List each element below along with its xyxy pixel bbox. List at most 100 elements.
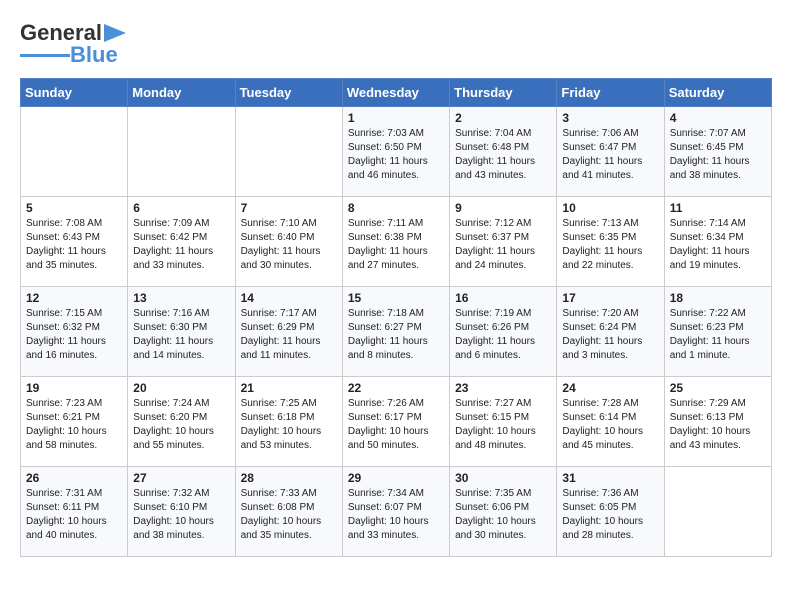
calendar-cell: 30 Sunrise: 7:35 AM Sunset: 6:06 PM Dayli… — [450, 467, 557, 557]
logo-blue: Blue — [70, 42, 118, 68]
day-info: Sunrise: 7:12 AM Sunset: 6:37 PM Dayligh… — [455, 217, 551, 273]
day-number: 24 — [562, 381, 658, 395]
day-info: Sunrise: 7:27 AM Sunset: 6:15 PM Dayligh… — [455, 397, 551, 453]
day-number: 11 — [670, 201, 766, 215]
calendar-cell: 2Sunrise: 7:04 AM Sunset: 6:48 PM Daylig… — [450, 107, 557, 197]
day-info: Sunrise: 7:32 AM Sunset: 6:10 PM Dayligh… — [133, 487, 229, 543]
calendar-cell: 5 Sunrise: 7:08 AM Sunset: 6:43 PM Daylig… — [21, 197, 128, 287]
day-info: Sunrise: 7:26 AM Sunset: 6:17 PM Dayligh… — [348, 397, 444, 453]
day-number: 19 — [26, 381, 122, 395]
day-info: Sunrise: 7:34 AM Sunset: 6:07 PM Dayligh… — [348, 487, 444, 543]
calendar-cell: 29 Sunrise: 7:34 AM Sunset: 6:07 PM Dayli… — [342, 467, 449, 557]
calendar-cell: 9 Sunrise: 7:12 AM Sunset: 6:37 PM Daylig… — [450, 197, 557, 287]
weekday-header: Monday — [128, 79, 235, 107]
calendar-week-row: 5 Sunrise: 7:08 AM Sunset: 6:43 PM Daylig… — [21, 197, 772, 287]
day-info: Sunrise: 7:06 AM Sunset: 6:47 PM Dayligh… — [562, 127, 658, 183]
day-number: 26 — [26, 471, 122, 485]
weekday-header: Sunday — [21, 79, 128, 107]
calendar-cell: 12Sunrise: 7:15 AM Sunset: 6:32 PM Dayli… — [21, 287, 128, 377]
calendar-cell: 28 Sunrise: 7:33 AM Sunset: 6:08 PM Dayli… — [235, 467, 342, 557]
day-number: 20 — [133, 381, 229, 395]
calendar-cell: 18Sunrise: 7:22 AM Sunset: 6:23 PM Dayli… — [664, 287, 771, 377]
calendar-week-row: 1 Sunrise: 7:03 AM Sunset: 6:50 PM Daylig… — [21, 107, 772, 197]
calendar-table: SundayMondayTuesdayWednesdayThursdayFrid… — [20, 78, 772, 557]
calendar-cell: 24 Sunrise: 7:28 AM Sunset: 6:14 PM Dayli… — [557, 377, 664, 467]
calendar-cell — [128, 107, 235, 197]
day-info: Sunrise: 7:35 AM Sunset: 6:06 PM Dayligh… — [455, 487, 551, 543]
calendar-week-row: 26 Sunrise: 7:31 AM Sunset: 6:11 PM Dayli… — [21, 467, 772, 557]
calendar-cell: 19 Sunrise: 7:23 AM Sunset: 6:21 PM Dayli… — [21, 377, 128, 467]
calendar-cell: 14Sunrise: 7:17 AM Sunset: 6:29 PM Dayli… — [235, 287, 342, 377]
day-info: Sunrise: 7:07 AM Sunset: 6:45 PM Dayligh… — [670, 127, 766, 183]
calendar-body: 1 Sunrise: 7:03 AM Sunset: 6:50 PM Daylig… — [21, 107, 772, 557]
calendar-cell: 25 Sunrise: 7:29 AM Sunset: 6:13 PM Dayli… — [664, 377, 771, 467]
calendar-cell: 26 Sunrise: 7:31 AM Sunset: 6:11 PM Dayli… — [21, 467, 128, 557]
day-number: 7 — [241, 201, 337, 215]
day-number: 17 — [562, 291, 658, 305]
day-number: 23 — [455, 381, 551, 395]
day-info: Sunrise: 7:25 AM Sunset: 6:18 PM Dayligh… — [241, 397, 337, 453]
calendar-cell: 27 Sunrise: 7:32 AM Sunset: 6:10 PM Dayli… — [128, 467, 235, 557]
day-info: Sunrise: 7:03 AM Sunset: 6:50 PM Dayligh… — [348, 127, 444, 183]
day-info: Sunrise: 7:31 AM Sunset: 6:11 PM Dayligh… — [26, 487, 122, 543]
day-number: 16 — [455, 291, 551, 305]
day-number: 1 — [348, 111, 444, 125]
day-info: Sunrise: 7:23 AM Sunset: 6:21 PM Dayligh… — [26, 397, 122, 453]
calendar-week-row: 19 Sunrise: 7:23 AM Sunset: 6:21 PM Dayli… — [21, 377, 772, 467]
logo-arrow-icon — [104, 24, 126, 42]
calendar-cell: 10 Sunrise: 7:13 AM Sunset: 6:35 PM Dayli… — [557, 197, 664, 287]
day-number: 25 — [670, 381, 766, 395]
day-number: 15 — [348, 291, 444, 305]
day-number: 3 — [562, 111, 658, 125]
day-number: 4 — [670, 111, 766, 125]
day-info: Sunrise: 7:28 AM Sunset: 6:14 PM Dayligh… — [562, 397, 658, 453]
day-info: Sunrise: 7:16 AM Sunset: 6:30 PM Dayligh… — [133, 307, 229, 363]
day-number: 6 — [133, 201, 229, 215]
day-number: 31 — [562, 471, 658, 485]
day-number: 5 — [26, 201, 122, 215]
calendar-cell: 1 Sunrise: 7:03 AM Sunset: 6:50 PM Daylig… — [342, 107, 449, 197]
calendar-cell: 31Sunrise: 7:36 AM Sunset: 6:05 PM Dayli… — [557, 467, 664, 557]
day-number: 27 — [133, 471, 229, 485]
day-number: 28 — [241, 471, 337, 485]
weekday-header: Tuesday — [235, 79, 342, 107]
day-number: 10 — [562, 201, 658, 215]
day-number: 21 — [241, 381, 337, 395]
day-number: 30 — [455, 471, 551, 485]
logo-underline — [20, 54, 70, 57]
weekday-header: Friday — [557, 79, 664, 107]
calendar-cell: 23 Sunrise: 7:27 AM Sunset: 6:15 PM Dayli… — [450, 377, 557, 467]
calendar-cell: 13Sunrise: 7:16 AM Sunset: 6:30 PM Dayli… — [128, 287, 235, 377]
calendar-cell: 15Sunrise: 7:18 AM Sunset: 6:27 PM Dayli… — [342, 287, 449, 377]
page-header: General Blue — [20, 20, 772, 68]
day-number: 22 — [348, 381, 444, 395]
weekday-header: Wednesday — [342, 79, 449, 107]
day-info: Sunrise: 7:08 AM Sunset: 6:43 PM Dayligh… — [26, 217, 122, 273]
day-info: Sunrise: 7:10 AM Sunset: 6:40 PM Dayligh… — [241, 217, 337, 273]
calendar-cell: 21 Sunrise: 7:25 AM Sunset: 6:18 PM Dayli… — [235, 377, 342, 467]
day-number: 29 — [348, 471, 444, 485]
calendar-cell — [235, 107, 342, 197]
calendar-week-row: 12Sunrise: 7:15 AM Sunset: 6:32 PM Dayli… — [21, 287, 772, 377]
calendar-cell: 16 Sunrise: 7:19 AM Sunset: 6:26 PM Dayli… — [450, 287, 557, 377]
day-info: Sunrise: 7:22 AM Sunset: 6:23 PM Dayligh… — [670, 307, 766, 363]
day-info: Sunrise: 7:13 AM Sunset: 6:35 PM Dayligh… — [562, 217, 658, 273]
calendar-cell: 22 Sunrise: 7:26 AM Sunset: 6:17 PM Dayli… — [342, 377, 449, 467]
calendar-cell: 3 Sunrise: 7:06 AM Sunset: 6:47 PM Daylig… — [557, 107, 664, 197]
day-info: Sunrise: 7:29 AM Sunset: 6:13 PM Dayligh… — [670, 397, 766, 453]
calendar-cell: 11 Sunrise: 7:14 AM Sunset: 6:34 PM Dayli… — [664, 197, 771, 287]
day-info: Sunrise: 7:04 AM Sunset: 6:48 PM Dayligh… — [455, 127, 551, 183]
calendar-cell — [664, 467, 771, 557]
weekday-header: Saturday — [664, 79, 771, 107]
calendar-header-row: SundayMondayTuesdayWednesdayThursdayFrid… — [21, 79, 772, 107]
calendar-cell: 20Sunrise: 7:24 AM Sunset: 6:20 PM Dayli… — [128, 377, 235, 467]
day-number: 9 — [455, 201, 551, 215]
day-number: 14 — [241, 291, 337, 305]
calendar-cell — [21, 107, 128, 197]
day-info: Sunrise: 7:33 AM Sunset: 6:08 PM Dayligh… — [241, 487, 337, 543]
day-info: Sunrise: 7:09 AM Sunset: 6:42 PM Dayligh… — [133, 217, 229, 273]
day-info: Sunrise: 7:14 AM Sunset: 6:34 PM Dayligh… — [670, 217, 766, 273]
calendar-cell: 6 Sunrise: 7:09 AM Sunset: 6:42 PM Daylig… — [128, 197, 235, 287]
day-info: Sunrise: 7:19 AM Sunset: 6:26 PM Dayligh… — [455, 307, 551, 363]
calendar-cell: 8Sunrise: 7:11 AM Sunset: 6:38 PM Daylig… — [342, 197, 449, 287]
